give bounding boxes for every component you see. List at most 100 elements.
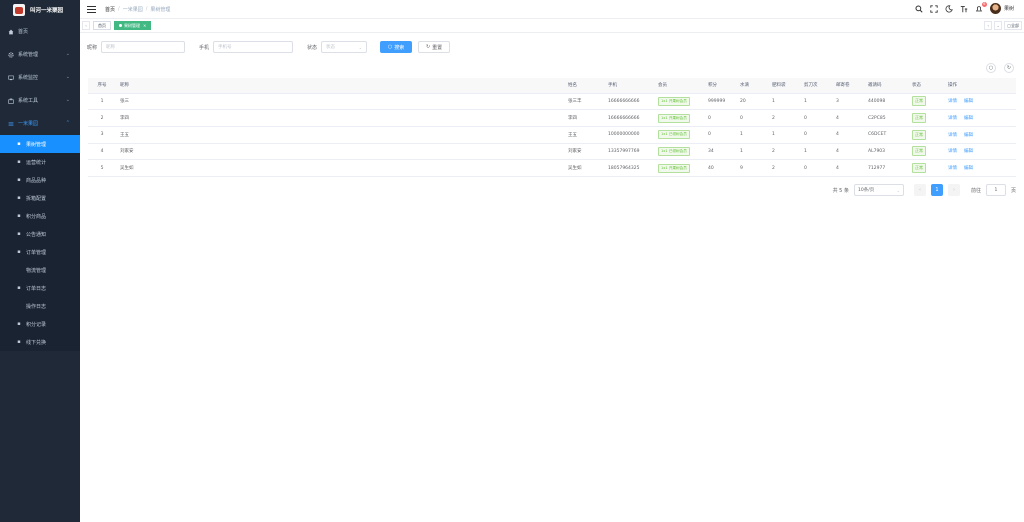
table-row: 5 吴生如 吴生如 18057964325 1x1 开果树会员 40 9 2 0 4 712977 正…	[88, 159, 1016, 177]
next-page-button[interactable]: ›	[947, 184, 960, 196]
cell-invite: 440098	[864, 93, 908, 111]
cell-mail: 3	[832, 93, 864, 111]
breadcrumb-home[interactable]: 首页	[105, 6, 115, 13]
cell-scissors: 1	[800, 93, 832, 111]
sidebar-subitem[interactable]: ▪ 积分记录	[0, 315, 80, 333]
sidebar-subitem[interactable]: ▪ 运营统计	[0, 153, 80, 171]
sidebar-item-tools[interactable]: 系统工具 ⌄	[0, 89, 80, 112]
bell-icon[interactable]: 6	[975, 1, 987, 13]
font-size-icon[interactable]	[960, 5, 968, 13]
edit-link[interactable]: 编辑	[964, 133, 973, 138]
cell-scissors: 0	[800, 159, 832, 177]
sidebar-item-home[interactable]: 首页	[0, 20, 80, 43]
sidebar: 叫河一米栗园 首页 系统管理 ⌄ 系统监控 ⌄ 系统工具 ⌄ 一米果园 ⌃ ▪ 果…	[0, 0, 80, 522]
hamburger-icon[interactable]	[87, 5, 96, 13]
sidebar-item-label: 系统监控	[18, 75, 39, 81]
search-icon[interactable]	[915, 4, 923, 13]
nickname-input[interactable]: 昵称	[101, 41, 186, 53]
cell-nickname: 吴生如	[116, 159, 564, 177]
cell-phone: 16666666666	[604, 93, 654, 111]
avatar[interactable]	[989, 3, 1001, 14]
cell-index: 1	[88, 93, 116, 111]
tag-current-label: 果树管理	[124, 22, 140, 28]
column-header: 姓名	[564, 78, 604, 94]
goto-page-input[interactable]: 1	[985, 184, 1006, 196]
column-header: 会员	[654, 78, 704, 94]
detail-link[interactable]: 详情	[948, 166, 957, 171]
cell-nickname: 刘家安	[116, 143, 564, 161]
cell-status: 正常	[908, 93, 944, 111]
cell-actions: 详情 编辑	[944, 143, 1016, 161]
sidebar-subitem[interactable]: ▪ 商品品种	[0, 171, 80, 189]
sidebar-subitem[interactable]: ▪ 公告通知	[0, 225, 80, 243]
refresh-button[interactable]: ↻	[1004, 63, 1014, 73]
reset-button[interactable]: ↻ 重置	[418, 41, 451, 53]
edit-link[interactable]: 编辑	[964, 149, 973, 154]
status-select[interactable]: 状态 ⌄	[321, 41, 368, 53]
detail-link[interactable]: 详情	[948, 133, 957, 138]
nickname-label: 昵称	[87, 44, 98, 51]
tags-scroll-left-icon[interactable]: ‹	[82, 21, 90, 30]
sidebar-subitem[interactable]: 操作日志	[0, 297, 80, 315]
sidebar-subitem-label: 操作日志	[26, 303, 47, 310]
toggle-search-button[interactable]: ○	[986, 63, 996, 73]
sidebar-item-monitor[interactable]: 系统监控 ⌄	[0, 66, 80, 89]
cell-invite: C6DCET	[864, 126, 908, 144]
search-button[interactable]: ○ 搜索	[380, 41, 413, 53]
cell-member: 1x1 开果树会员	[654, 109, 704, 127]
page-number[interactable]: 1	[930, 184, 943, 196]
username[interactable]: 果树	[1004, 5, 1014, 12]
cell-index: 2	[88, 109, 116, 127]
app-title: 叫河一米栗园	[30, 8, 64, 14]
sidebar-subitem-label: 商品品种	[26, 177, 47, 184]
navbar: 首页 / 一米果园 / 果树管理 6 果树	[80, 0, 1024, 19]
column-header: 邮寄卷	[832, 78, 864, 94]
column-header: 昵称	[116, 78, 564, 94]
cell-water: 9	[736, 159, 768, 177]
cell-water: 20	[736, 93, 768, 111]
table-row: 2 李四 李四 16666666666 1x1 开果树会员 0 0 2 0 4 C2PC85 正常 详情…	[88, 109, 1016, 127]
chevron-down-icon[interactable]: ⌄	[994, 21, 1003, 30]
tags-controls: ‹ ⌄ ▢ 全部	[984, 21, 1022, 30]
fullscreen-icon[interactable]	[930, 4, 938, 13]
members-table: 序号 昵称 姓名 手机 会员 积分 水滴 肥料袋 剪刀次 邮寄卷 邀请码 状态 操作 1 张三 张三丰 166…	[88, 78, 1016, 177]
sidebar-subitem-label: 拆箱配置	[26, 195, 47, 202]
theme-moon-icon[interactable]	[945, 4, 953, 13]
page-size-select[interactable]: 10条/页 ⌄	[853, 184, 904, 196]
home-icon	[8, 29, 14, 35]
sidebar-subitem[interactable]: ▪ 线下兑换	[0, 333, 80, 351]
edit-link[interactable]: 编辑	[964, 166, 973, 171]
chevron-down-icon: ⌄	[65, 97, 70, 103]
detail-link[interactable]: 详情	[948, 99, 957, 104]
sidebar-item-system[interactable]: 系统管理 ⌄	[0, 43, 80, 66]
edit-link[interactable]: 编辑	[964, 116, 973, 121]
sidebar-subitem[interactable]: 物流管理	[0, 261, 80, 279]
detail-link[interactable]: 详情	[948, 149, 957, 154]
prev-page-button[interactable]: ‹	[913, 184, 926, 196]
detail-link[interactable]: 详情	[948, 116, 957, 121]
sidebar-subitem[interactable]: ▪ 果树管理	[0, 135, 80, 153]
tag-current[interactable]: 果树管理 ×	[114, 21, 152, 30]
sidebar-subitem[interactable]: ▪ 积分商品	[0, 207, 80, 225]
member-tag: 1x1 已领树会员	[658, 146, 690, 156]
breadcrumb-orchard[interactable]: 一米果园	[123, 6, 143, 13]
breadcrumb-current: 果树管理	[150, 6, 171, 13]
edit-link[interactable]: 编辑	[964, 99, 973, 104]
tag-home[interactable]: 首页	[93, 21, 111, 30]
sidebar-item-orchard[interactable]: 一米果园 ⌃	[0, 112, 80, 135]
message-icon: ▪	[17, 231, 21, 237]
close-all-button[interactable]: ▢ 全部	[1004, 21, 1022, 30]
list-icon: ▪	[17, 177, 21, 183]
cell-scissors: 0	[800, 126, 832, 144]
sidebar-subitem[interactable]: ▪ 订单管理	[0, 243, 80, 261]
sidebar-subitem[interactable]: ▪ 拆箱配置	[0, 189, 80, 207]
logo: 叫河一米栗园	[0, 0, 80, 20]
goto-label: 前往	[970, 187, 981, 194]
sidebar-item-label: 系统管理	[18, 52, 39, 58]
phone-input[interactable]: 手机号	[213, 41, 294, 53]
cell-name: 刘家安	[564, 143, 604, 161]
tags-scroll-left-icon[interactable]: ‹	[984, 21, 993, 30]
cell-points: 999999	[704, 93, 736, 111]
close-icon[interactable]: ×	[143, 23, 146, 28]
sidebar-subitem[interactable]: ▪ 订单日志	[0, 279, 80, 297]
